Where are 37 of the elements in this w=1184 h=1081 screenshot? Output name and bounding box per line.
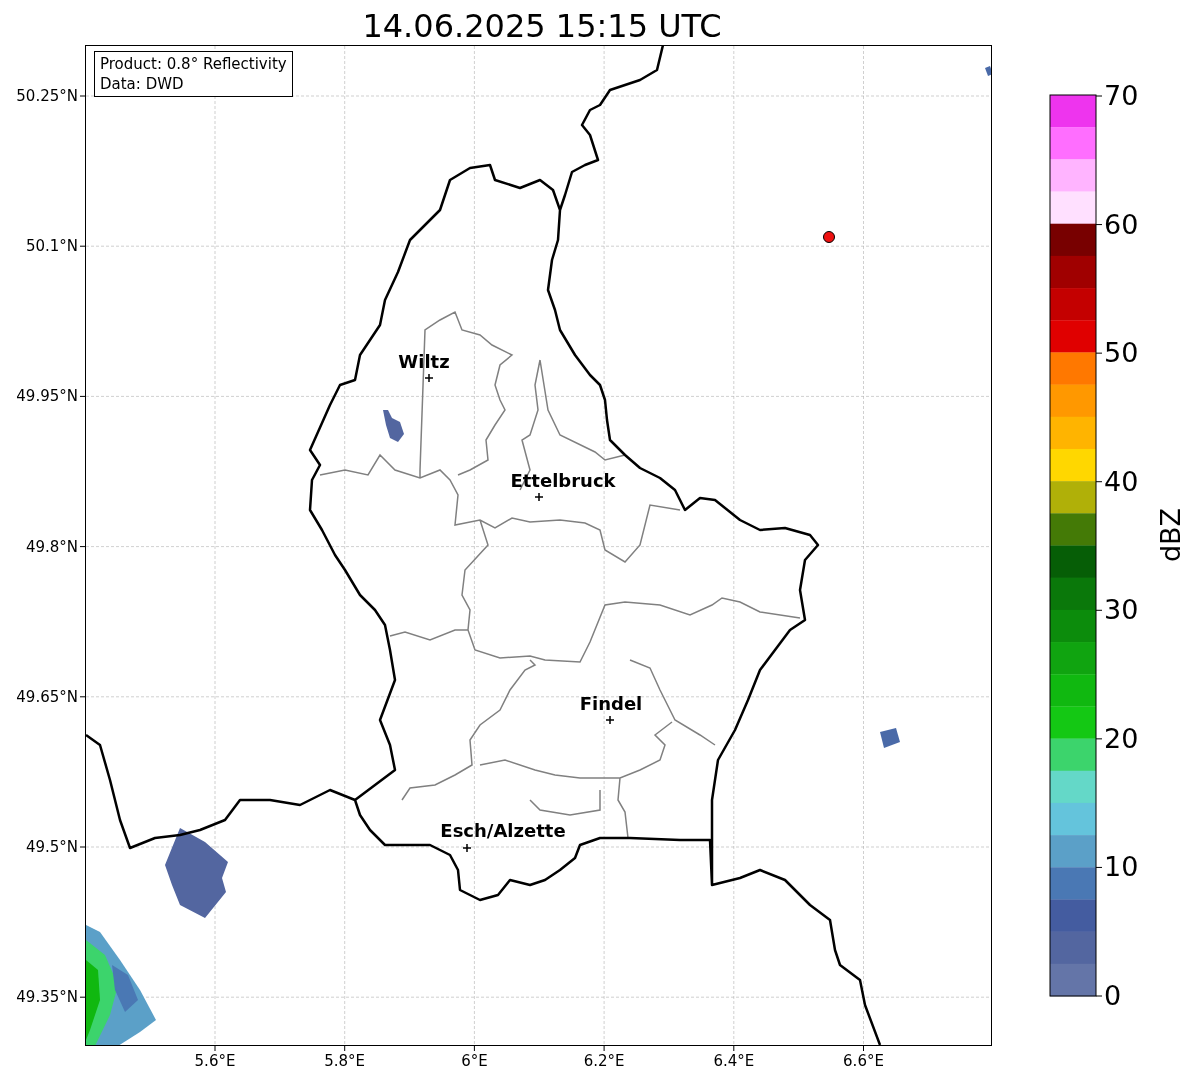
city-label: Esch/Alzette: [440, 820, 566, 842]
y-tick-label: 49.65°N: [16, 687, 78, 706]
x-tick-label: 6.6°E: [843, 1052, 884, 1070]
city-marker: [424, 373, 434, 383]
x-tick-label: 6.2°E: [583, 1052, 625, 1070]
x-tick-label: 6.4°E: [713, 1052, 755, 1070]
chart-title: 14.06.2025 15:15 UTC: [361, 6, 723, 46]
radar-echo: [383, 410, 404, 442]
info-text: Data: DWD: [100, 74, 185, 94]
y-tick-label: 50.25°N: [16, 87, 78, 105]
radar-echo: [985, 66, 991, 76]
colorbar-tick-label: 10: [1104, 852, 1139, 883]
city-label: Ettelbruck: [510, 470, 616, 492]
x-tick-label: 5.6°E: [194, 1052, 236, 1070]
colorbar-tick-label: 60: [1104, 209, 1139, 240]
colorbar-label: dBZ: [1156, 506, 1184, 565]
colorbar-tick-label: 20: [1104, 723, 1139, 754]
colorbar-tick-label: 30: [1104, 595, 1139, 626]
x-tick-label: 6°E: [461, 1052, 488, 1070]
y-tick-label: 49.95°N: [16, 387, 78, 406]
y-tick-label: 49.8°N: [25, 537, 78, 556]
x-tick-label: 5.8°E: [324, 1052, 366, 1070]
city-marker: [534, 492, 544, 502]
radar-echo: [880, 728, 900, 748]
location-dot: [823, 231, 835, 243]
city-marker: [462, 843, 472, 853]
info-text: Product: 0.8° Reflectivity: [100, 54, 287, 74]
city-marker: [605, 715, 615, 725]
city-label: Findel: [579, 693, 643, 715]
colorbar-tick-label: 0: [1104, 981, 1122, 1011]
y-tick-label: 50.1°N: [25, 237, 78, 256]
colorbar-tick-label: 50: [1104, 338, 1139, 369]
colorbar-tick-label: 40: [1104, 466, 1139, 497]
y-tick-label: 49.5°N: [25, 838, 78, 856]
colorbar-tick-label: 70: [1104, 81, 1139, 111]
city-label: Wiltz: [398, 351, 450, 373]
y-tick-label: 49.35°N: [16, 988, 78, 1007]
